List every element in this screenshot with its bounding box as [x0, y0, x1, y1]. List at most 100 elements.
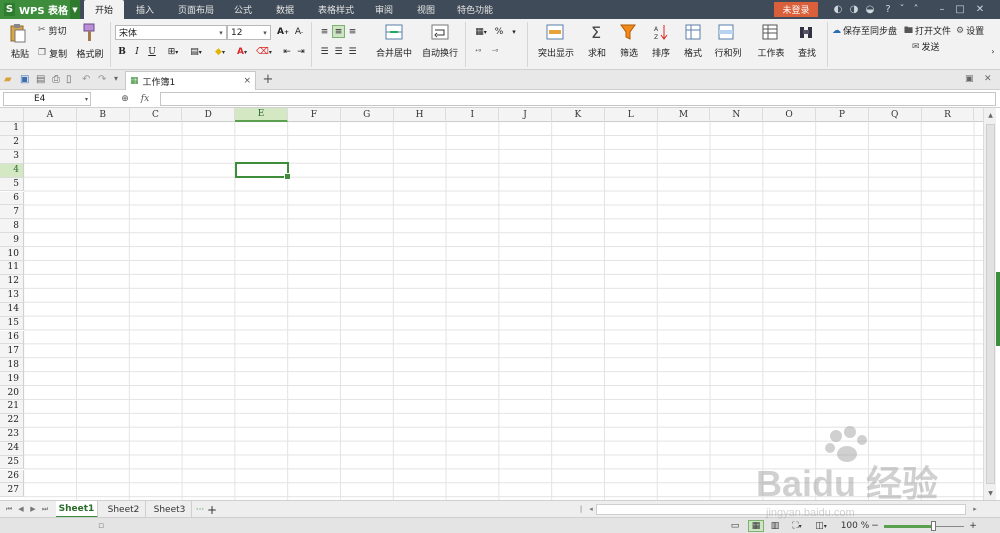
filter-icon[interactable]: [619, 23, 637, 41]
skin-icon[interactable]: ◐: [830, 2, 846, 17]
close-window-doc-icon[interactable]: ✕: [984, 74, 996, 86]
wrap-text-icon[interactable]: [430, 23, 450, 41]
settings-button[interactable]: ⚙ 设置: [956, 24, 990, 38]
name-box[interactable]: E4 ▾: [3, 92, 91, 106]
row-header-13[interactable]: 13: [0, 288, 24, 303]
sheet-tab-sheet2[interactable]: Sheet2: [102, 501, 146, 518]
tab-review[interactable]: 审阅: [367, 0, 401, 19]
select-all-corner[interactable]: [0, 108, 24, 122]
rows-cols-button[interactable]: 行和列: [710, 46, 746, 59]
cell-style-icon[interactable]: ▤ ▾: [186, 45, 206, 59]
column-header-r[interactable]: R: [922, 108, 975, 122]
column-header-o[interactable]: O: [763, 108, 816, 122]
cut-button[interactable]: ✂ 剪切: [38, 23, 74, 37]
column-header-g[interactable]: G: [341, 108, 394, 122]
vertical-scroll-thumb[interactable]: [986, 124, 995, 484]
border-icon[interactable]: ⊞ ▾: [163, 45, 183, 59]
tab-insert[interactable]: 插入: [128, 0, 162, 19]
row-header-17[interactable]: 17: [0, 344, 24, 359]
merge-center-icon[interactable]: [384, 23, 404, 41]
sum-button[interactable]: 求和: [582, 46, 612, 59]
increase-font-icon[interactable]: A +: [276, 25, 290, 39]
conditional-format-button[interactable]: 突出显示: [532, 46, 580, 59]
tab-table-style[interactable]: 表格样式: [312, 0, 360, 19]
tab-list-icon[interactable]: ▣: [965, 74, 977, 86]
scroll-left-icon[interactable]: ◂: [586, 504, 596, 514]
close-button[interactable]: ✕: [972, 2, 988, 17]
underline-button[interactable]: U: [146, 45, 158, 59]
prev-sheet-icon[interactable]: ◀: [16, 504, 26, 514]
row-header-2[interactable]: 2: [0, 135, 24, 150]
filter-button[interactable]: 筛选: [614, 46, 644, 59]
cell-area[interactable]: [24, 122, 983, 500]
column-header-h[interactable]: H: [394, 108, 447, 122]
print-preview-icon[interactable]: ▯: [66, 74, 78, 86]
font-name-select[interactable]: 宋体 ▾: [115, 25, 227, 40]
normal-view-icon[interactable]: ▭: [728, 520, 742, 532]
row-header-22[interactable]: 22: [0, 413, 24, 428]
scroll-down-icon[interactable]: ▼: [984, 486, 997, 500]
find-button[interactable]: 查找: [792, 46, 822, 59]
sheet-tab-sheet3[interactable]: Sheet3: [148, 501, 192, 518]
row-header-6[interactable]: 6: [0, 191, 24, 206]
row-header-1[interactable]: 1: [0, 122, 24, 136]
worksheet-icon[interactable]: [761, 23, 779, 41]
tab-formulas[interactable]: 公式: [226, 0, 260, 19]
row-header-9[interactable]: 9: [0, 233, 24, 248]
insert-function-button[interactable]: fx: [138, 92, 152, 106]
row-header-14[interactable]: 14: [0, 302, 24, 317]
ribbon-scroll-right-icon[interactable]: ›: [988, 39, 998, 63]
tab-data[interactable]: 数据: [268, 0, 302, 19]
document-tab[interactable]: ▦ 工作簿1 ×: [125, 71, 256, 90]
minimize-button[interactable]: –: [934, 2, 950, 17]
app-menu-dropdown-icon[interactable]: ▼: [70, 0, 80, 19]
column-header-c[interactable]: C: [130, 108, 183, 122]
add-sheet-button[interactable]: +: [206, 501, 218, 518]
row-header-20[interactable]: 20: [0, 386, 24, 400]
feedback-icon[interactable]: ◑: [846, 2, 862, 17]
row-header-27[interactable]: 27: [0, 483, 24, 498]
column-header-n[interactable]: N: [710, 108, 764, 122]
print-icon[interactable]: ⎙: [52, 74, 64, 86]
reading-mode-icon[interactable]: ◫ ▾: [812, 520, 830, 532]
align-right-icon[interactable]: ☰: [346, 45, 359, 58]
column-header-l[interactable]: L: [605, 108, 658, 122]
open-file-button[interactable]: 🖿 打开文件: [904, 24, 954, 38]
row-header-19[interactable]: 19: [0, 372, 24, 387]
italic-button[interactable]: I: [131, 45, 143, 59]
export-icon[interactable]: ▤: [36, 74, 48, 86]
increase-decimal-icon[interactable]: ⁺⁰: [470, 45, 486, 59]
sheet-tab-sheet1[interactable]: Sheet1: [56, 501, 98, 518]
align-left-icon[interactable]: ☰: [318, 45, 331, 58]
row-header-18[interactable]: 18: [0, 358, 24, 373]
conditional-format-icon[interactable]: [545, 23, 565, 41]
fill-color-icon[interactable]: ◆ ▾: [210, 45, 230, 59]
page-break-view-icon[interactable]: ▥: [768, 520, 782, 532]
row-header-24[interactable]: 24: [0, 441, 24, 456]
side-panel-handle[interactable]: [996, 272, 1000, 346]
spreadsheet-grid[interactable]: ABCDEFGHIJKLMNOPQR 1 2 3 4 5 6 7 8 9 10 11 12 13 14 15…: [0, 108, 983, 500]
number-format-icon[interactable]: ▦ ▾: [470, 25, 492, 39]
percent-button[interactable]: %: [492, 25, 506, 39]
column-header-m[interactable]: M: [658, 108, 711, 122]
bold-button[interactable]: B: [116, 45, 128, 59]
column-header-i[interactable]: I: [446, 108, 500, 122]
horizontal-scrollbar[interactable]: [596, 504, 966, 515]
worksheet-button[interactable]: 工作表: [752, 46, 790, 59]
zoom-in-button[interactable]: +: [968, 520, 978, 532]
decrease-font-icon[interactable]: A-: [292, 25, 306, 39]
format-painter-icon[interactable]: [80, 22, 98, 44]
last-sheet-icon[interactable]: ⏭: [40, 504, 50, 514]
row-header-11[interactable]: 11: [0, 261, 24, 275]
share-icon[interactable]: ◒: [862, 2, 878, 17]
row-header-15[interactable]: 15: [0, 316, 24, 331]
decrease-decimal-icon[interactable]: ⁻⁰: [487, 45, 503, 59]
rows-cols-icon[interactable]: [717, 23, 735, 41]
row-header-7[interactable]: 7: [0, 205, 24, 220]
column-header-a[interactable]: A: [24, 108, 77, 122]
column-header-k[interactable]: K: [552, 108, 605, 122]
tab-view[interactable]: 视图: [409, 0, 443, 19]
thousands-dropdown-icon[interactable]: ▾: [509, 25, 519, 39]
paste-icon[interactable]: [6, 22, 30, 44]
zoom-level-label[interactable]: 100 %: [838, 520, 872, 532]
